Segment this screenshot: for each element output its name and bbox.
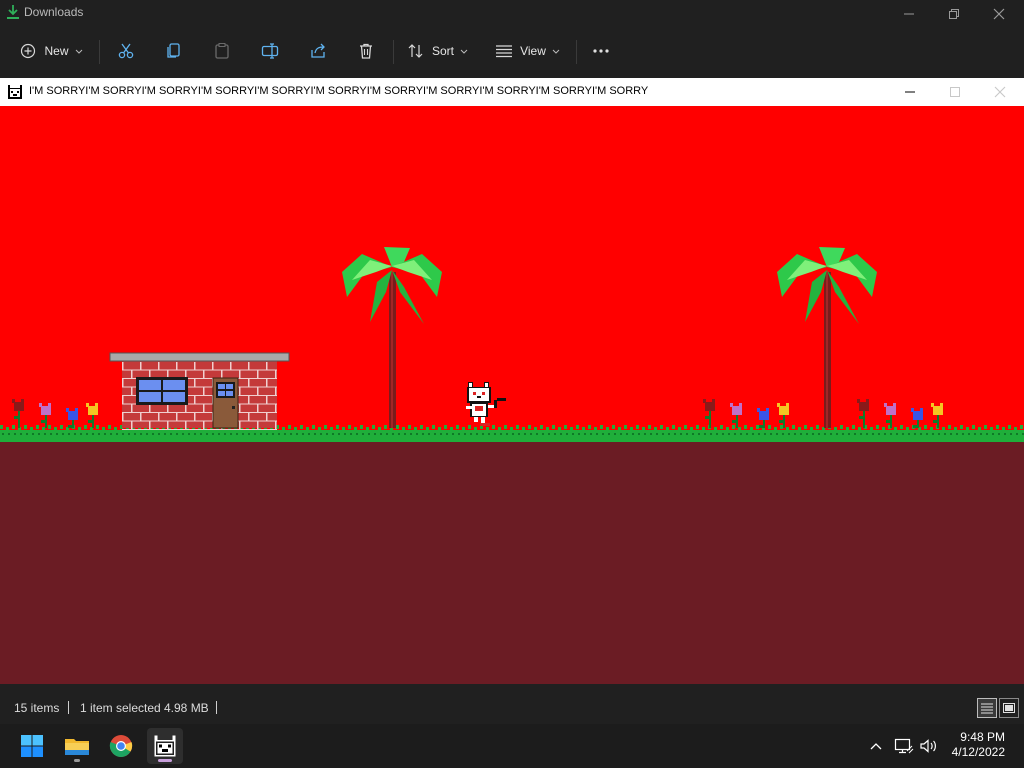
download-icon xyxy=(7,5,19,19)
chevron-up-icon xyxy=(870,743,882,750)
toolbar-separator xyxy=(393,40,394,64)
restore-button[interactable] xyxy=(931,2,977,26)
details-view-button[interactable] xyxy=(977,698,997,718)
speaker-icon xyxy=(920,739,936,753)
new-button[interactable]: New xyxy=(14,36,90,66)
grass-strip xyxy=(0,430,1024,442)
rename-button[interactable] xyxy=(254,36,286,66)
tiles-view-button[interactable] xyxy=(999,698,1019,718)
file-explorer-taskbar-button[interactable] xyxy=(59,728,95,764)
cut-button[interactable] xyxy=(110,36,142,66)
running-indicator xyxy=(74,759,80,762)
sort-icon xyxy=(408,44,423,58)
game-window-title: I'M SORRYI'M SORRYI'M SORRYI'M SORRYI'M … xyxy=(29,85,649,97)
minimize-icon xyxy=(904,13,914,15)
folder-icon xyxy=(65,739,89,755)
view-button[interactable]: View xyxy=(492,36,564,66)
share-button[interactable] xyxy=(302,36,334,66)
windows-start-icon xyxy=(21,735,43,757)
restore-icon xyxy=(949,9,959,19)
game-minimize-button[interactable] xyxy=(887,80,933,104)
share-icon xyxy=(311,43,325,58)
toolbar-separator xyxy=(576,40,577,64)
maximize-icon xyxy=(950,87,960,97)
flower xyxy=(86,403,98,428)
scissors-icon xyxy=(118,43,134,59)
brick-house xyxy=(109,352,290,430)
network-icon xyxy=(894,738,914,754)
copy-icon xyxy=(167,43,180,58)
game-window-title-bar: I'M SORRYI'M SORRYI'M SORRYI'M SORRYI'M … xyxy=(0,78,1024,106)
delete-button[interactable] xyxy=(350,36,382,66)
taskbar: 9:48 PM 4/12/2022 xyxy=(0,724,1024,768)
network-button[interactable] xyxy=(894,736,914,756)
cat-character[interactable] xyxy=(466,382,506,426)
paste-icon xyxy=(215,43,229,59)
game-canvas[interactable] xyxy=(0,106,1024,684)
explorer-status-bar: 15 items 1 item selected 4.98 MB xyxy=(0,690,1024,724)
selection-count: 1 item selected xyxy=(80,701,161,715)
status-separator xyxy=(68,701,69,714)
chrome-icon xyxy=(109,735,133,757)
explorer-title-bar: Downloads xyxy=(0,0,1024,28)
more-options-button[interactable] xyxy=(586,36,616,66)
details-view-icon xyxy=(981,703,993,714)
ground xyxy=(0,440,1024,684)
chrome-taskbar-button[interactable] xyxy=(103,728,139,764)
close-icon xyxy=(993,8,1005,20)
explorer-window-title: Downloads xyxy=(24,5,84,19)
active-indicator xyxy=(158,759,172,762)
flower xyxy=(931,403,943,428)
show-hidden-icons-button[interactable] xyxy=(866,736,886,756)
minimize-button[interactable] xyxy=(886,2,932,26)
chevron-down-icon xyxy=(460,49,468,54)
start-button[interactable] xyxy=(14,728,50,764)
close-button[interactable] xyxy=(976,2,1022,26)
house-window xyxy=(136,377,188,405)
flower xyxy=(777,403,789,428)
chevron-down-icon xyxy=(75,49,82,54)
item-count: 15 items xyxy=(14,701,60,715)
paste-button[interactable] xyxy=(206,36,238,66)
chevron-down-icon xyxy=(552,49,560,54)
taskbar-clock[interactable]: 9:48 PM 4/12/2022 xyxy=(952,730,1005,760)
rename-icon xyxy=(261,43,279,59)
game-maximize-button[interactable] xyxy=(932,80,978,104)
plus-circle-icon xyxy=(21,43,36,59)
palm-tree xyxy=(342,247,442,428)
screen: Downloads New Sort View I'M SORRYI'M SOR… xyxy=(0,0,1024,768)
house-door xyxy=(212,377,239,429)
close-icon xyxy=(994,86,1006,98)
flower xyxy=(703,399,715,428)
tiles-view-icon xyxy=(1003,703,1015,713)
status-separator xyxy=(216,701,217,714)
explorer-toolbar: New Sort View xyxy=(0,28,1024,76)
selection-size: 4.98 MB xyxy=(164,701,209,715)
flower xyxy=(66,408,78,428)
clock-date: 4/12/2022 xyxy=(951,745,1005,759)
flower xyxy=(730,403,742,428)
copy-button[interactable] xyxy=(158,36,190,66)
volume-button[interactable] xyxy=(919,736,939,756)
flower xyxy=(884,403,896,428)
view-button-label: View xyxy=(520,44,546,58)
cat-app-icon xyxy=(8,85,22,99)
game-close-button[interactable] xyxy=(977,80,1023,104)
cat-game-icon xyxy=(154,735,176,757)
new-button-label: New xyxy=(44,44,69,58)
view-list-icon xyxy=(496,45,513,58)
minimize-icon xyxy=(905,91,915,93)
flower xyxy=(12,399,24,428)
more-dots-icon xyxy=(593,49,609,53)
sort-button[interactable]: Sort xyxy=(404,36,472,66)
flower xyxy=(39,403,51,428)
toolbar-separator xyxy=(99,40,100,64)
sort-button-label: Sort xyxy=(431,44,454,58)
cat-game-taskbar-button[interactable] xyxy=(147,728,183,764)
trash-icon xyxy=(360,43,372,59)
flower xyxy=(857,399,869,428)
clock-time: 9:48 PM xyxy=(960,730,1005,744)
palm-tree xyxy=(777,247,877,428)
